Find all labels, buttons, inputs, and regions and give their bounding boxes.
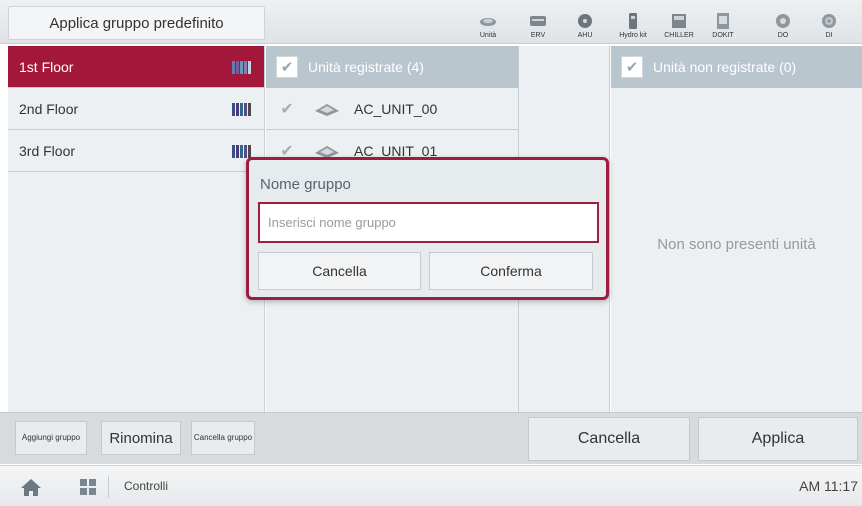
add-group-button[interactable]: Aggiungi gruppo bbox=[15, 421, 87, 455]
action-bar: Aggiungi gruppo Rinomina Cancella gruppo… bbox=[0, 412, 862, 464]
group-label: 1st Floor bbox=[19, 58, 74, 75]
apps-grid-icon[interactable] bbox=[80, 479, 96, 495]
device-type-label: DI bbox=[825, 32, 833, 39]
group-item-1st-floor[interactable]: 1st Floor bbox=[8, 46, 264, 88]
device-type-dokit[interactable]: DOKIT bbox=[700, 6, 746, 40]
device-type-label: AHU bbox=[577, 32, 593, 39]
group-label: 2nd Floor bbox=[19, 100, 79, 117]
device-type-label: Hydro kit bbox=[619, 32, 647, 39]
device-type-label: DOKIT bbox=[712, 32, 734, 39]
apply-button[interactable]: Applica bbox=[698, 417, 858, 461]
empty-message: Non sono presenti unità bbox=[657, 236, 816, 253]
floor-bars-icon bbox=[232, 103, 254, 116]
unregistered-units-header: ✔ Unità non registrate (0) bbox=[611, 46, 862, 88]
device-type-label: ERV bbox=[530, 32, 546, 39]
unregistered-units-panel: ✔ Unità non registrate (0) Non sono pres… bbox=[611, 46, 862, 412]
device-type-label: DO bbox=[777, 32, 789, 39]
delete-group-button[interactable]: Cancella gruppo bbox=[191, 421, 255, 455]
cancel-button[interactable]: Cancella bbox=[528, 417, 690, 461]
breadcrumb: Controlli bbox=[124, 479, 169, 493]
dialog-title: Nome gruppo bbox=[260, 176, 351, 193]
ahu-fan-icon bbox=[578, 14, 592, 28]
group-name-input[interactable] bbox=[258, 202, 599, 243]
group-label: 3rd Floor bbox=[19, 142, 76, 159]
clock: AM 11:17 bbox=[799, 478, 858, 494]
group-list: 1st Floor 2nd Floor 3rd Floor bbox=[8, 46, 265, 412]
indoor-unit-icon bbox=[480, 18, 496, 26]
home-icon[interactable] bbox=[20, 477, 42, 497]
group-name-dialog: Nome gruppo Cancella Conferma bbox=[246, 157, 609, 300]
device-type-label: Unità bbox=[479, 32, 497, 39]
do-icon bbox=[776, 14, 790, 28]
device-type-chiller[interactable]: CHILLER bbox=[656, 6, 702, 40]
group-item-2nd-floor[interactable]: 2nd Floor bbox=[8, 88, 264, 130]
unit-name: AC_UNIT_00 bbox=[354, 100, 438, 117]
registered-units-header: ✔ Unità registrate (4) bbox=[266, 46, 518, 88]
device-type-ahu[interactable]: AHU bbox=[562, 6, 608, 40]
device-type-di[interactable]: DI bbox=[806, 6, 852, 40]
device-type-hydro-kit[interactable]: Hydro kit bbox=[610, 6, 656, 40]
dokit-icon bbox=[717, 13, 729, 29]
unit-row-ac-unit-00[interactable]: ✔ AC_UNIT_00 bbox=[266, 88, 518, 130]
ceiling-cassette-icon bbox=[315, 103, 339, 116]
dialog-confirm-button[interactable]: Conferma bbox=[429, 252, 593, 290]
select-all-registered-checkbox[interactable]: ✔ bbox=[276, 56, 298, 78]
device-type-unit[interactable]: Unità bbox=[465, 6, 511, 40]
footer-divider bbox=[108, 476, 109, 498]
unregistered-units-title: Unità non registrate (0) bbox=[653, 59, 797, 75]
device-type-do[interactable]: DO bbox=[760, 6, 806, 40]
device-type-erv[interactable]: ERV bbox=[515, 6, 561, 40]
registered-units-title: Unità registrate (4) bbox=[308, 59, 424, 75]
select-all-unregistered-checkbox[interactable]: ✔ bbox=[621, 56, 643, 78]
chiller-icon bbox=[672, 14, 686, 28]
hydro-kit-icon bbox=[629, 13, 637, 29]
device-type-label: CHILLER bbox=[664, 32, 694, 39]
top-bar: Applica gruppo predefinito Unità ERV AHU… bbox=[0, 0, 862, 44]
group-item-3rd-floor[interactable]: 3rd Floor bbox=[8, 130, 264, 172]
page-title: Applica gruppo predefinito bbox=[8, 6, 265, 40]
footer-bar: Controlli AM 11:17 bbox=[0, 465, 862, 506]
check-icon: ✔ bbox=[280, 100, 294, 118]
dialog-cancel-button[interactable]: Cancella bbox=[258, 252, 421, 290]
erv-icon bbox=[530, 16, 546, 26]
floor-bars-icon bbox=[232, 61, 254, 74]
rename-button[interactable]: Rinomina bbox=[101, 421, 181, 455]
di-icon bbox=[822, 14, 836, 28]
